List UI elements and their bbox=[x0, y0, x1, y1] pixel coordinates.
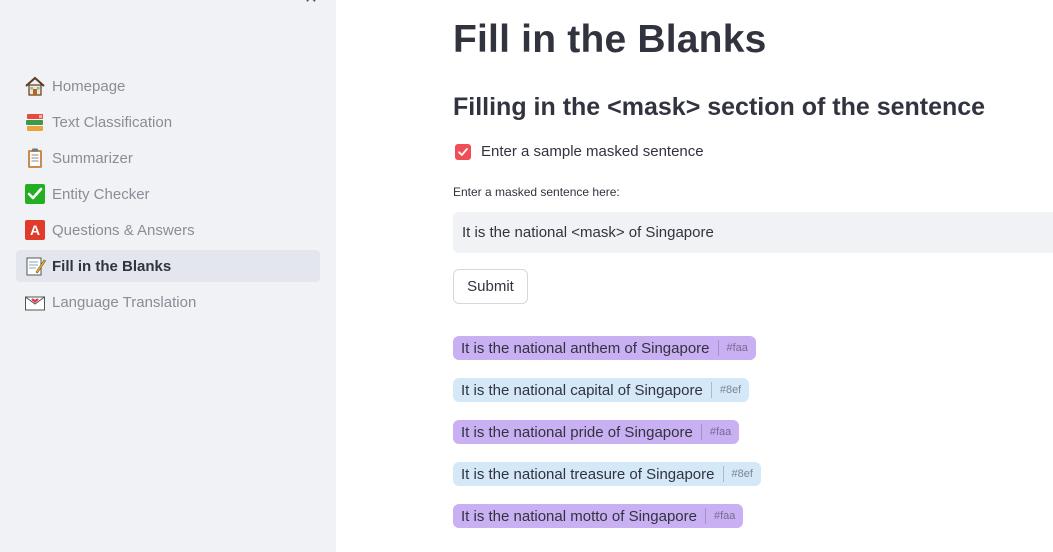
result-tag: #faa bbox=[717, 340, 748, 356]
sidebar-item-label: Summarizer bbox=[52, 149, 133, 167]
sidebar-item-language-translation[interactable]: Language Translation bbox=[16, 286, 320, 318]
sidebar-item-label: Questions & Answers bbox=[52, 221, 195, 239]
result-chip: It is the national treasure of Singapore… bbox=[453, 462, 761, 486]
sidebar-item-label: Homepage bbox=[52, 77, 126, 95]
house-icon bbox=[24, 75, 46, 97]
svg-text:A: A bbox=[30, 222, 40, 238]
close-icon[interactable]: ✕ bbox=[302, 0, 320, 9]
checkbox-checked-icon[interactable] bbox=[455, 143, 471, 160]
app-window: ✕ Homepage bbox=[0, 0, 1053, 552]
result-chip: It is the national anthem of Singapore #… bbox=[453, 336, 756, 360]
result-chip: It is the national capital of Singapore … bbox=[453, 378, 750, 402]
sidebar-nav: Homepage Text Classification Summarizer … bbox=[16, 70, 320, 322]
sidebar: ✕ Homepage bbox=[0, 0, 336, 552]
result-chip: It is the national pride of Singapore #f… bbox=[453, 420, 740, 444]
sidebar-item-text-classification[interactable]: Text Classification bbox=[16, 106, 320, 138]
result-text: It is the national treasure of Singapore bbox=[461, 465, 715, 483]
result-tag: #8ef bbox=[710, 382, 741, 398]
result-text: It is the national anthem of Singapore bbox=[461, 339, 710, 357]
result-text: It is the national capital of Singapore bbox=[461, 381, 703, 399]
clipboard-icon bbox=[24, 147, 46, 169]
sidebar-item-label: Language Translation bbox=[52, 293, 197, 311]
list-item: It is the national treasure of Singapore… bbox=[453, 462, 761, 504]
love-letter-icon bbox=[24, 291, 46, 313]
masked-sentence-label: Enter a masked sentence here: bbox=[453, 185, 620, 199]
sidebar-item-label: Text Classification bbox=[52, 113, 173, 131]
result-tag: #8ef bbox=[722, 466, 753, 482]
submit-button[interactable]: Submit bbox=[453, 269, 528, 304]
sidebar-item-fill-in-the-blanks[interactable]: Fill in the Blanks bbox=[16, 250, 320, 282]
result-chip: It is the national motto of Singapore #f… bbox=[453, 504, 744, 528]
list-item: It is the national motto of Singapore #f… bbox=[453, 504, 761, 546]
result-tag: #faa bbox=[704, 508, 735, 524]
sidebar-item-summarizer[interactable]: Summarizer bbox=[16, 142, 320, 174]
masked-sentence-input[interactable] bbox=[453, 212, 1053, 253]
main-content: Fill in the Blanks Filling in the <mask>… bbox=[453, 0, 1053, 552]
page-subtitle: Filling in the <mask> section of the sen… bbox=[453, 93, 986, 121]
check-mark-icon bbox=[24, 183, 46, 205]
checkbox-label: Enter a sample masked sentence bbox=[481, 143, 704, 160]
sidebar-item-questions-answers[interactable]: A Questions & Answers bbox=[16, 214, 320, 246]
sidebar-item-entity-checker[interactable]: Entity Checker bbox=[16, 178, 320, 210]
list-item: It is the national anthem of Singapore #… bbox=[453, 336, 761, 378]
sidebar-item-homepage[interactable]: Homepage bbox=[16, 70, 320, 102]
letter-a-icon: A bbox=[24, 219, 46, 241]
sidebar-item-label: Fill in the Blanks bbox=[52, 257, 172, 275]
results-list: It is the national anthem of Singapore #… bbox=[453, 336, 761, 546]
list-item: It is the national pride of Singapore #f… bbox=[453, 420, 761, 462]
books-icon bbox=[24, 111, 46, 133]
sample-sentence-checkbox[interactable]: Enter a sample masked sentence bbox=[455, 143, 704, 160]
result-tag: #faa bbox=[700, 424, 731, 440]
sidebar-item-label: Entity Checker bbox=[52, 185, 150, 203]
page-title: Fill in the Blanks bbox=[453, 18, 767, 61]
result-text: It is the national motto of Singapore bbox=[461, 507, 697, 525]
result-text: It is the national pride of Singapore bbox=[461, 423, 693, 441]
memo-icon bbox=[24, 255, 46, 277]
list-item: It is the national capital of Singapore … bbox=[453, 378, 761, 420]
